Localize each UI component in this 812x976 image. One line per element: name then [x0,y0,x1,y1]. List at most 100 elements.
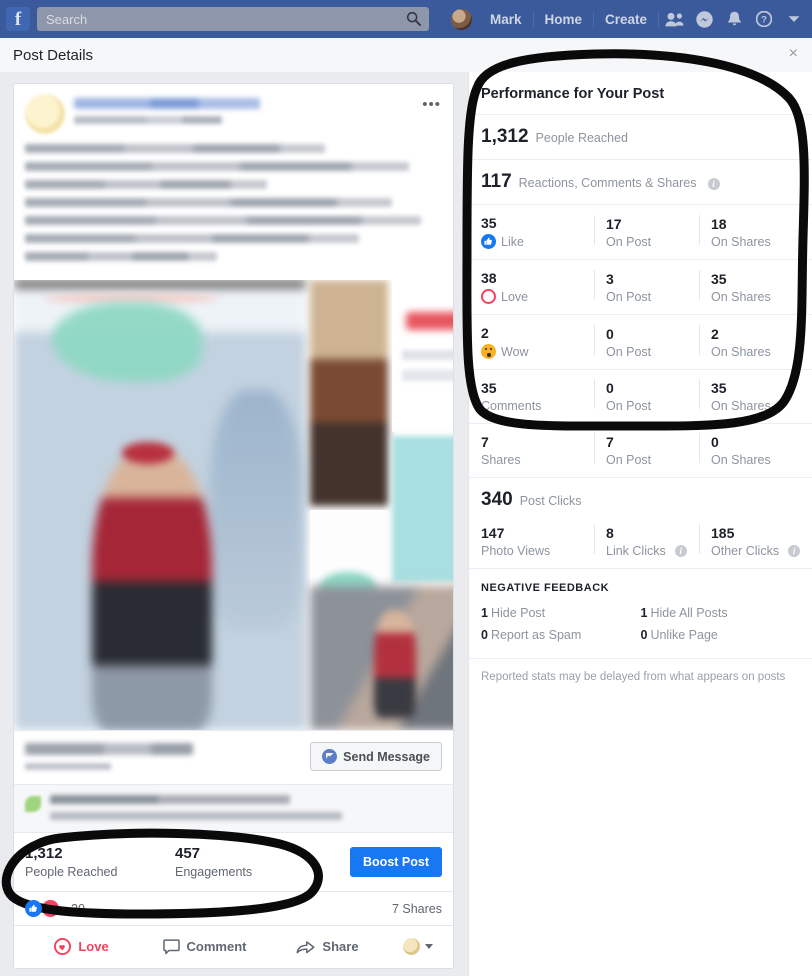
breakdown-on-post: 7 On Post [594,433,699,467]
insight-engagements[interactable]: 457 Engagements [175,845,350,879]
reaction-badges[interactable]: 20 [25,900,392,917]
account-menu-caret-icon[interactable] [779,15,809,23]
breakdown-row-shares: 7 Shares 7 On Post 0 On Shares [469,424,812,478]
stat-value: 0 [711,434,719,450]
share-label: Share [322,939,359,954]
chevron-down-icon [425,944,433,949]
nav-create-link[interactable]: Create [594,12,658,27]
messenger-icon[interactable] [689,10,719,28]
share-button[interactable]: Share [266,934,389,960]
clicks-value: 340 [481,489,513,510]
search-input[interactable] [37,7,429,31]
comment-icon [162,938,180,954]
stat-label: On Shares [711,344,771,359]
post-photo-collage[interactable] [14,280,453,730]
stat-label: On Post [606,344,652,359]
help-icon[interactable]: ? [749,11,779,27]
page-name-redacted [25,743,193,755]
collage-subject [374,610,416,718]
reach-label: People Reached [535,131,628,145]
nf-value: 0 [640,628,648,642]
nf-label: Unlike Page [650,628,718,642]
info-icon[interactable]: i [707,178,720,190]
avatar [403,938,420,955]
nav-user-name[interactable]: Mark [479,12,533,27]
nf-value: 0 [481,628,488,642]
stat-label: On Post [606,399,652,413]
breakdown-total: 38 Love [469,270,594,304]
reach-value: 1,312 [25,845,63,862]
comment-button[interactable]: Comment [143,934,266,960]
post-menu-icon[interactable]: ••• [422,96,441,113]
post-message-redacted [14,138,453,280]
breakdown-on-shares: 2 On Shares [699,324,812,359]
love-label: Love [78,939,109,954]
post-text-line [25,180,267,189]
post-text-line [25,144,326,153]
reaction-count: 20 [71,901,85,916]
close-icon[interactable]: × [789,46,798,62]
stat-label-group: Love [481,289,594,304]
nf-label: Report as Spam [490,628,582,642]
send-message-button[interactable]: Send Message [310,742,442,771]
stat-label: On Post [606,234,652,249]
nf-value: 1 [481,606,488,620]
promotion-banner-redacted[interactable] [14,784,453,832]
breakdown-on-post: 0 On Post [594,379,699,413]
stat-label: Other Clicks [711,544,780,558]
insight-people-reached[interactable]: 1,312 People Reached [25,845,175,879]
page-avatar[interactable] [25,94,65,134]
page-category-redacted [25,763,111,770]
reach-value: 1,312 [481,126,529,147]
nav-right-group: Mark Home Create ? [451,8,809,30]
page-identity-redacted [25,743,310,770]
post-clicks-row: 340 Post Clicks [469,478,812,515]
stat-value: 7 [481,434,489,450]
performance-title: Performance for Your Post [469,72,812,115]
notifications-icon[interactable] [719,11,749,27]
messenger-icon [322,749,338,764]
stat-value: 185 [711,525,735,541]
stat-value: 35 [711,380,727,396]
collage-photo-3b [392,436,453,582]
negative-feedback-title: NEGATIVE FEEDBACK [481,582,610,594]
share-count[interactable]: 7 Shares [392,902,442,916]
engagements-value: 457 [175,845,201,862]
stat-value: 2 [481,325,489,341]
info-icon[interactable]: i [788,545,801,557]
avatar[interactable] [451,8,472,30]
boost-post-button[interactable]: Boost Post [350,847,442,877]
nf-value: 1 [640,606,648,620]
breakdown-total: 35 Comments [469,380,594,413]
friend-requests-icon[interactable] [659,12,689,27]
collage-decor [406,312,453,330]
stat-value: 38 [481,270,497,286]
love-button[interactable]: Love [20,933,143,960]
stat-value: 7 [606,434,614,450]
stat-label: Photo Views [481,544,551,558]
stat-value: 17 [606,215,622,232]
search-box[interactable] [37,7,429,31]
page-title: Post Details [13,46,94,64]
stat-value: 147 [481,525,505,541]
nav-home-link[interactable]: Home [534,12,594,27]
stat-value: 3 [606,270,614,287]
stat-value: 35 [481,380,497,396]
page-name-redacted[interactable] [74,98,260,109]
breakdown-on-post: 3 On Post [594,269,699,304]
stat-label: On Shares [711,234,771,249]
breakdown-total: 35 Like [469,215,594,249]
post-text-line [25,216,422,225]
nf-label: Hide All Posts [650,606,728,620]
info-icon[interactable]: i [674,545,687,557]
negative-feedback-item: 1 Hide All Posts [641,602,801,624]
post-text-line [25,234,359,243]
search-icon [406,11,421,26]
stat-value: 0 [606,380,614,396]
stat-label: Like [501,234,524,249]
breakdown-row-comments: 35 Comments 0 On Post 35 On Shares [469,370,812,424]
collage-decor [402,350,453,394]
facebook-logo-icon[interactable]: f [6,7,30,31]
performance-reach-row: 1,312 People Reached [469,115,812,160]
post-as-selector[interactable] [389,938,447,955]
